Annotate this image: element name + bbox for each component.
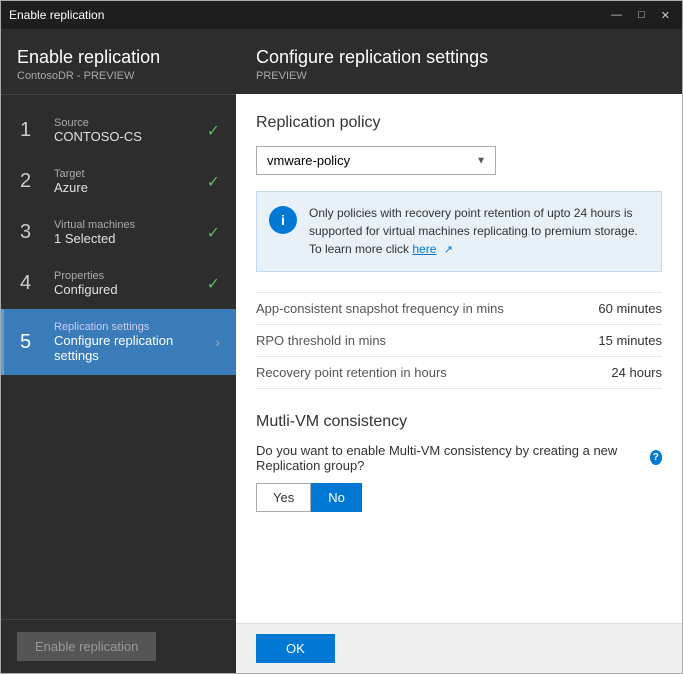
- left-panel-title: Enable replication: [17, 47, 220, 68]
- info-box-text: Only policies with recovery point retent…: [309, 204, 649, 259]
- step-3-info: Virtual machines 1 Selected: [54, 219, 199, 246]
- step-5-value: Configure replication settings: [54, 333, 211, 363]
- step-1-label: Source: [54, 117, 199, 129]
- policy-dropdown-row: vmware-policy: [256, 146, 662, 175]
- yes-button[interactable]: Yes: [256, 483, 311, 512]
- step-4-label: Properties: [54, 270, 199, 282]
- step-1-value: CONTOSO-CS: [54, 129, 199, 144]
- left-header: Enable replication ContosoDR - PREVIEW: [1, 29, 236, 95]
- right-header: Configure replication settings PREVIEW: [236, 29, 682, 94]
- left-panel-subtitle: ContosoDR - PREVIEW: [17, 70, 220, 82]
- step-1[interactable]: 1 Source CONTOSO-CS ✓: [1, 105, 236, 156]
- step-4-info: Properties Configured: [54, 270, 199, 297]
- right-panel-subtitle: PREVIEW: [256, 70, 662, 82]
- step-3-number: 3: [20, 221, 44, 244]
- right-panel: Configure replication settings PREVIEW R…: [236, 29, 682, 673]
- maximize-button[interactable]: □: [634, 9, 649, 22]
- info-icon: i: [269, 206, 297, 234]
- step-3[interactable]: 3 Virtual machines 1 Selected ✓: [1, 207, 236, 258]
- step-5-label: Replication settings: [54, 321, 211, 333]
- yes-no-group: Yes No: [256, 483, 662, 512]
- step-2-number: 2: [20, 170, 44, 193]
- step-5-arrow-icon: ›: [215, 334, 220, 350]
- step-5-number: 5: [20, 331, 44, 354]
- window: Enable replication — □ ✕ Enable replicat…: [0, 0, 683, 674]
- minimize-button[interactable]: —: [607, 9, 626, 22]
- title-bar: Enable replication — □ ✕: [1, 1, 682, 29]
- right-content: Replication policy vmware-policy i Only …: [236, 94, 682, 623]
- settings-row-retention: Recovery point retention in hours 24 hou…: [256, 357, 662, 389]
- ok-button[interactable]: OK: [256, 634, 335, 663]
- help-icon[interactable]: ?: [650, 450, 662, 465]
- retention-label: Recovery point retention in hours: [256, 365, 447, 380]
- enable-replication-button[interactable]: Enable replication: [17, 632, 156, 661]
- info-box: i Only policies with recovery point rete…: [256, 191, 662, 272]
- step-4-number: 4: [20, 272, 44, 295]
- external-link-icon: ↗: [444, 244, 453, 256]
- step-2-value: Azure: [54, 180, 199, 195]
- rpo-label: RPO threshold in mins: [256, 333, 386, 348]
- step-4-check-icon: ✓: [207, 274, 220, 294]
- consistency-question-text: Do you want to enable Multi-VM consisten…: [256, 443, 644, 473]
- step-3-value: 1 Selected: [54, 231, 199, 246]
- multi-vm-section-title: Mutli-VM consistency: [256, 413, 662, 431]
- snapshot-value: 60 minutes: [598, 301, 662, 316]
- main-content: Enable replication ContosoDR - PREVIEW 1…: [1, 29, 682, 673]
- snapshot-label: App-consistent snapshot frequency in min…: [256, 301, 504, 316]
- policy-dropdown[interactable]: vmware-policy: [256, 146, 496, 175]
- replication-policy-title: Replication policy: [256, 114, 662, 132]
- close-button[interactable]: ✕: [657, 9, 674, 22]
- step-2-info: Target Azure: [54, 168, 199, 195]
- step-4[interactable]: 4 Properties Configured ✓: [1, 258, 236, 309]
- step-5[interactable]: 5 Replication settings Configure replica…: [1, 309, 236, 375]
- step-2-check-icon: ✓: [207, 172, 220, 192]
- right-panel-title: Configure replication settings: [256, 47, 662, 68]
- settings-row-rpo: RPO threshold in mins 15 minutes: [256, 325, 662, 357]
- steps-list: 1 Source CONTOSO-CS ✓ 2 Target Azure ✓: [1, 95, 236, 385]
- step-1-number: 1: [20, 119, 44, 142]
- step-3-check-icon: ✓: [207, 223, 220, 243]
- window-title: Enable replication: [9, 8, 607, 22]
- no-button[interactable]: No: [311, 483, 362, 512]
- step-5-info: Replication settings Configure replicati…: [54, 321, 211, 363]
- policy-dropdown-wrapper: vmware-policy: [256, 146, 496, 175]
- info-link[interactable]: here: [412, 242, 436, 256]
- rpo-value: 15 minutes: [598, 333, 662, 348]
- step-2[interactable]: 2 Target Azure ✓: [1, 156, 236, 207]
- title-bar-controls: — □ ✕: [607, 9, 674, 22]
- left-footer: Enable replication: [1, 619, 236, 673]
- step-4-value: Configured: [54, 282, 199, 297]
- right-footer: OK: [236, 623, 682, 673]
- step-1-check-icon: ✓: [207, 121, 220, 141]
- step-3-label: Virtual machines: [54, 219, 199, 231]
- retention-value: 24 hours: [611, 365, 662, 380]
- step-2-label: Target: [54, 168, 199, 180]
- left-panel: Enable replication ContosoDR - PREVIEW 1…: [1, 29, 236, 673]
- settings-row-snapshot: App-consistent snapshot frequency in min…: [256, 292, 662, 325]
- consistency-question: Do you want to enable Multi-VM consisten…: [256, 443, 662, 473]
- step-1-info: Source CONTOSO-CS: [54, 117, 199, 144]
- settings-table: App-consistent snapshot frequency in min…: [256, 292, 662, 389]
